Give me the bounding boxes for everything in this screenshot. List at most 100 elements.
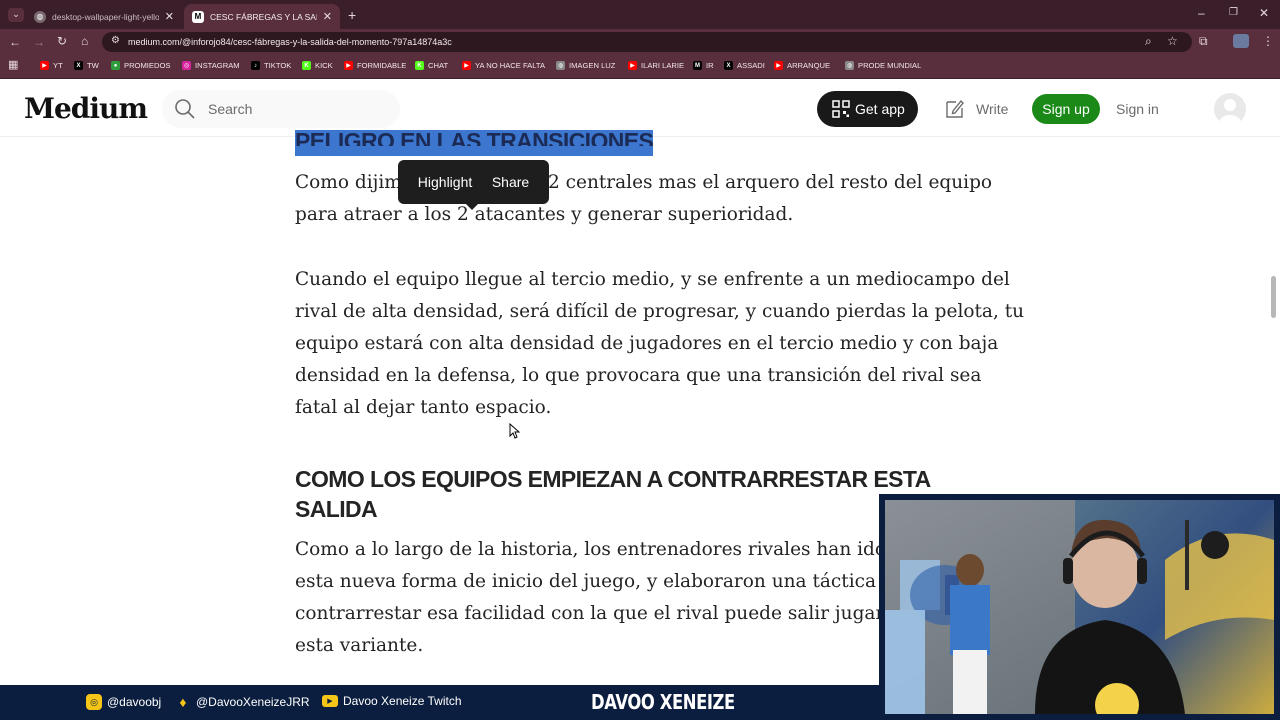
stream-brand: DAVOO XENEIZE (591, 690, 735, 714)
close-tab-icon[interactable]: ✕ (165, 10, 174, 23)
new-tab-icon[interactable]: + (348, 8, 356, 22)
bookmark-item[interactable]: ♪ TIKTOK (251, 61, 291, 70)
tiktok-icon: ♪ (251, 61, 260, 70)
youtube-icon: ▶ (344, 61, 353, 70)
close-tab-icon[interactable]: ✕ (323, 10, 332, 23)
bookmark-label: PRODE MUNDIAL (858, 61, 922, 70)
bookmark-label: IR (706, 61, 714, 70)
x-icon: X (74, 61, 83, 70)
globe-icon: ◍ (556, 61, 565, 70)
tab-wallpaper[interactable]: ◍ desktop-wallpaper-light-yellow-aesthet… (26, 4, 182, 29)
webcam-feed (885, 500, 1274, 714)
paragraph-line: densidad en la defensa, lo que provocara… (295, 365, 982, 386)
tab-title: desktop-wallpaper-light-yellow-aesthetic (52, 11, 159, 22)
bookmark-item[interactable]: ▶ ILARI LARIE (628, 61, 684, 70)
youtube-icon: ▶ (774, 61, 783, 70)
webcam-scene (885, 500, 1274, 714)
paragraph-line: Cuando el equipo llegue al tercio medio,… (295, 269, 1010, 290)
back-icon[interactable]: ← (9, 36, 21, 48)
bookmark-label: TW (87, 61, 99, 70)
extensions-icon[interactable]: ⧉ (1199, 35, 1208, 47)
avatar[interactable] (1214, 93, 1246, 125)
mouse-cursor-icon (509, 423, 520, 439)
bookmark-item[interactable]: K CHAT (415, 61, 448, 70)
highlight-button[interactable]: Highlight (418, 174, 472, 190)
bookmark-label: INSTAGRAM (195, 61, 240, 70)
bookmark-label: IMAGEN LUZ (569, 61, 616, 70)
globe-icon: ◍ (845, 61, 854, 70)
youtube-icon: ▶ (40, 61, 49, 70)
sign-up-button[interactable]: Sign up (1032, 94, 1100, 124)
tab-search-icon[interactable]: ⌄ (8, 8, 24, 22)
paragraph-line: contrarrestar esa facilidad con la que e… (295, 603, 934, 624)
promiedos-icon: ● (111, 61, 120, 70)
paragraph-line: fatal al dejar tanto espacio. (295, 397, 552, 418)
bookmark-label: ILARI LARIE (641, 61, 685, 70)
write-label: Write (976, 101, 1009, 117)
profile-icon[interactable] (1233, 34, 1249, 48)
twitch-label: Davoo Xeneize Twitch (343, 694, 462, 708)
home-icon[interactable]: ⌂ (81, 35, 88, 47)
twitch-icon: ▶ (322, 695, 338, 707)
youtube-icon: ▶ (628, 61, 637, 70)
write-button[interactable]: Write (944, 98, 1008, 120)
bookmark-item[interactable]: ▶ YT (40, 61, 63, 70)
paragraph-line: equipo estará con alta densidad de jugad… (295, 333, 999, 354)
paragraph-line: esta variante. (295, 635, 424, 656)
bookmark-item[interactable]: ▶ YA NO HACE FALTA (462, 61, 545, 70)
paragraph-line: 2 centrales mas el arquero del resto del… (548, 172, 993, 193)
kick-icon: K (302, 61, 311, 70)
bookmark-label: ARRANQUE (787, 61, 831, 70)
url-text[interactable]: medium.com/@inforojo84/cesc-fábregas-y-l… (128, 37, 452, 47)
reload-icon[interactable]: ↻ (57, 35, 67, 47)
bookmark-item[interactable]: ◍ PRODE MUNDIAL (845, 61, 921, 70)
close-window-icon[interactable]: ✕ (1259, 7, 1269, 19)
instagram-handle: ◎ @davoobj (86, 694, 161, 710)
share-button[interactable]: Share (492, 174, 529, 190)
scrollbar-thumb[interactable] (1271, 276, 1276, 318)
sign-in-link[interactable]: Sign in (1116, 101, 1159, 117)
restore-icon[interactable]: ❐ (1229, 8, 1238, 18)
minimize-icon[interactable]: – (1198, 7, 1205, 19)
search-placeholder: Search (208, 101, 253, 117)
twitch-handle: ▶ Davoo Xeneize Twitch (322, 694, 462, 708)
bookmark-label: KICK (315, 61, 333, 70)
bookmark-item[interactable]: X ASSADI (724, 61, 765, 70)
globe-icon: ◍ (34, 10, 46, 23)
bookmark-label: CHAT (428, 61, 449, 70)
bookmark-item[interactable]: ◍ IMAGEN LUZ (556, 61, 615, 70)
section-heading: SALIDA (295, 496, 378, 522)
paragraph-line: Como dijim (295, 172, 402, 193)
bookmark-item[interactable]: ▶ ARRANQUE (774, 61, 830, 70)
menu-icon[interactable]: ⋮ (1262, 35, 1274, 47)
site-info-icon[interactable]: ⚙ (111, 36, 120, 46)
youtube-icon: ▶ (462, 61, 471, 70)
medium-icon: M (693, 61, 702, 70)
x-icon: X (724, 61, 733, 70)
tab-article[interactable]: M CESC FÁBREGAS Y LA SALIDA DEL MOMENTO … (184, 4, 340, 29)
search-icon (175, 99, 195, 119)
bookmark-item[interactable]: M IR (693, 61, 714, 70)
forward-icon[interactable]: → (33, 36, 45, 48)
paragraph-line: esta nueva forma de inicio del juego, y … (295, 571, 917, 592)
paragraph-line: para atraer a los 2 atacantes y generar … (295, 204, 794, 225)
bookmark-item[interactable]: X TW (74, 61, 99, 70)
popover-caret (466, 204, 478, 210)
write-icon (946, 99, 964, 118)
instagram-icon: ◎ (86, 694, 102, 710)
bookmark-item[interactable]: ◎ INSTAGRAM (182, 61, 240, 70)
highlight-popover: Highlight Share (398, 160, 549, 210)
bookmark-label: TIKTOK (264, 61, 292, 70)
search-input[interactable] (162, 90, 400, 128)
bookmark-star-icon[interactable]: ☆ (1167, 35, 1178, 47)
zoom-icon[interactable]: ⌕ (1145, 35, 1152, 47)
bookmark-item[interactable]: K KICK (302, 61, 333, 70)
twitter-icon: ♦ (179, 694, 187, 710)
bookmark-item[interactable]: ▶ FORMIDABLE (344, 61, 406, 70)
bookmark-label: FORMIDABLE (357, 61, 407, 70)
medium-logo[interactable]: Medium (24, 92, 148, 125)
bookmark-label: ASSADI (737, 61, 765, 70)
bookmark-item[interactable]: ● PROMIEDOS (111, 61, 170, 70)
paragraph-line: rival de alta densidad, será difícil de … (295, 301, 1025, 322)
apps-grid-icon[interactable]: ▦ (8, 60, 18, 71)
